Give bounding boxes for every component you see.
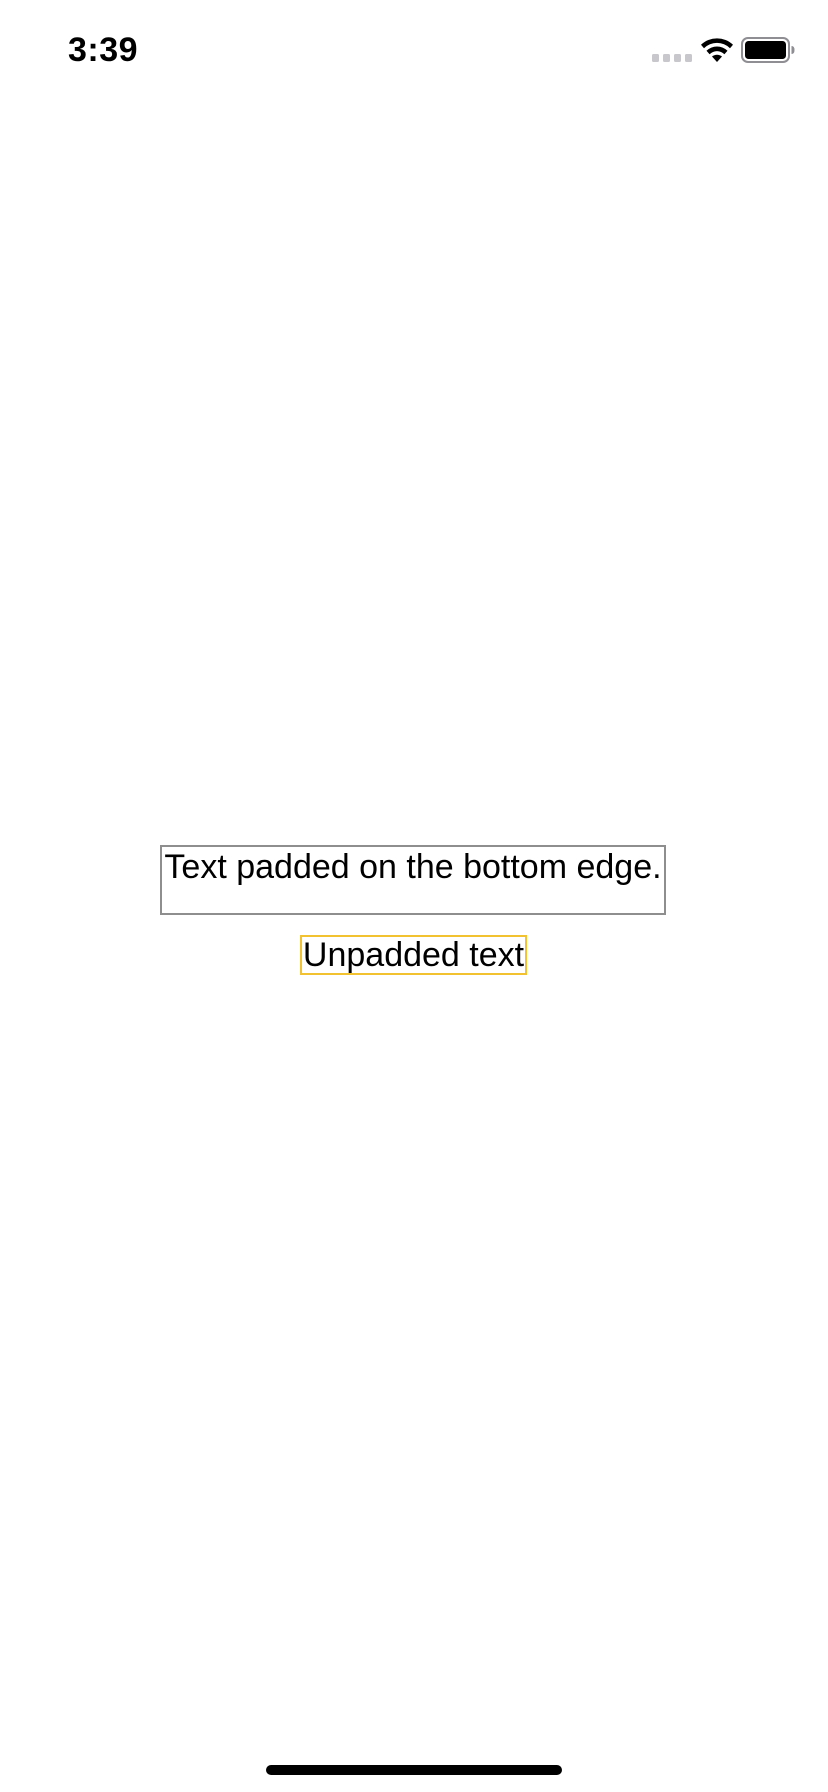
- bottom-padded-label: Text padded on the bottom edge.: [160, 845, 666, 915]
- unpadded-label: Unpadded text: [300, 935, 527, 975]
- status-bar: 3:39: [0, 0, 828, 100]
- wifi-icon: [701, 38, 733, 62]
- status-time: 3:39: [68, 31, 139, 69]
- home-indicator[interactable]: [266, 1765, 562, 1775]
- bottom-padded-label-text: Text padded on the bottom edge.: [164, 848, 662, 886]
- cellular-signal-icon: [652, 54, 692, 62]
- battery-icon: [741, 37, 795, 63]
